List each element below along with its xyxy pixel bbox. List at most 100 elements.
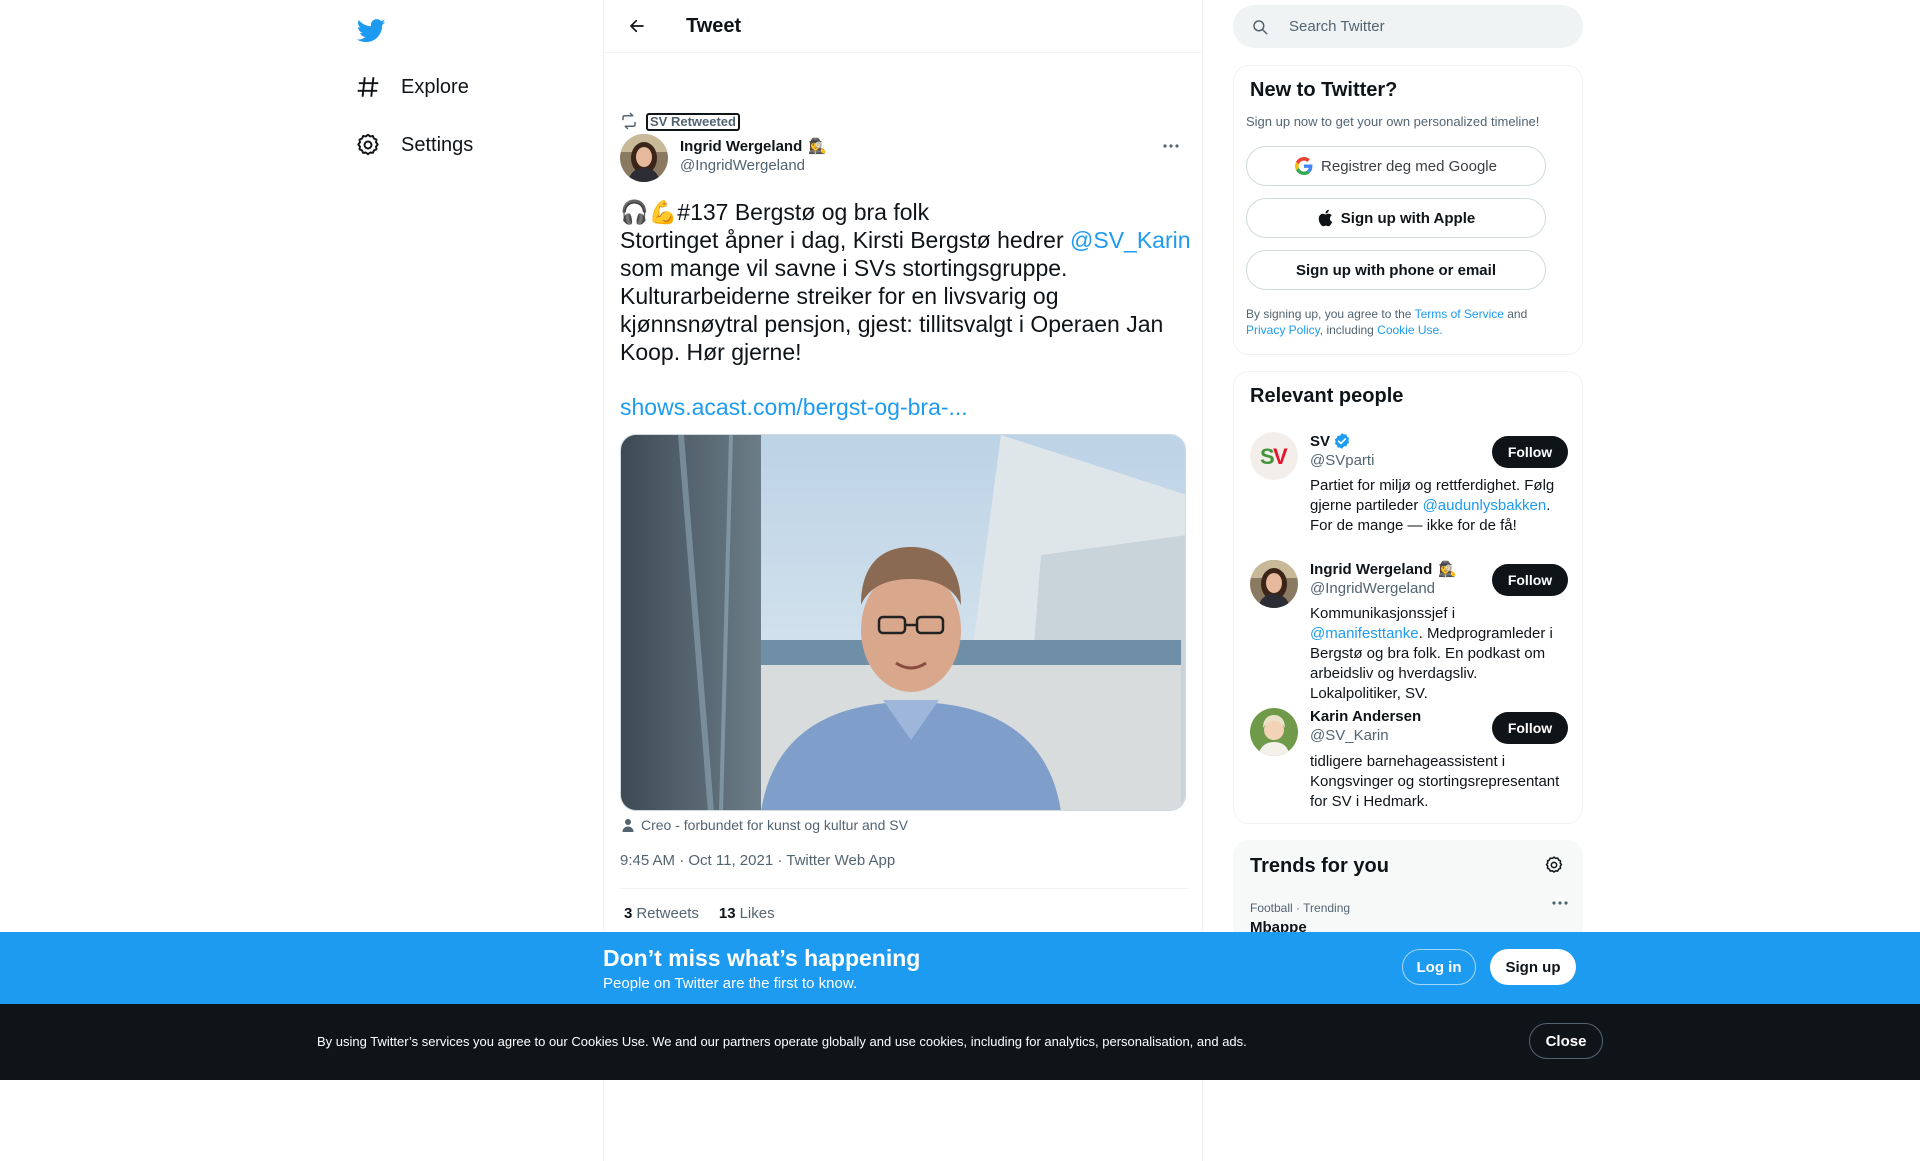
- hashtag-icon: [355, 74, 381, 100]
- google-icon: [1295, 157, 1313, 175]
- svg-text:V: V: [1273, 444, 1288, 469]
- gear-icon: [1545, 856, 1563, 873]
- tweet-text-line: Stortinget åpner i dag, Kirsti Bergstø h…: [620, 226, 1191, 254]
- cookie-banner: By using Twitter’s services you agree to…: [0, 1004, 1920, 1080]
- retweeted-by-link[interactable]: SV Retweeted: [646, 113, 740, 131]
- likes-stat[interactable]: 13 Likes: [719, 905, 775, 922]
- trend-more-button[interactable]: [1552, 901, 1568, 905]
- log-in-button[interactable]: Log in: [1402, 949, 1476, 985]
- google-signup-button[interactable]: Registrer deg med Google: [1246, 146, 1546, 186]
- card-title: Trends for you: [1250, 855, 1389, 877]
- person-name[interactable]: Karin Andersen: [1310, 708, 1421, 725]
- avatar[interactable]: SV: [1250, 432, 1298, 480]
- terms-of-service-link[interactable]: Terms of Service: [1415, 307, 1504, 321]
- media-tags: Creo - forbundet for kunst og kultur and…: [620, 817, 908, 833]
- tweet-text-line: 🎧💪#137 Bergstø og bra folk: [620, 199, 930, 225]
- twitter-logo-icon[interactable]: [352, 12, 390, 50]
- cookie-banner-text: By using Twitter’s services you agree to…: [317, 1034, 1247, 1049]
- apple-icon: [1317, 209, 1333, 227]
- retweets-count: 3: [624, 905, 633, 922]
- tweet-text: 🎧💪#137 Bergstø og bra folk Stortinget åp…: [620, 198, 1191, 366]
- apple-signup-button[interactable]: Sign up with Apple: [1246, 198, 1546, 238]
- more-icon: [1163, 144, 1179, 148]
- person-name-text: Ingrid Wergeland: [1310, 560, 1433, 578]
- mention-link[interactable]: @audunlysbakken: [1423, 497, 1547, 514]
- avatar[interactable]: [1250, 708, 1298, 756]
- card-title: Relevant people: [1250, 385, 1404, 407]
- trend-item[interactable]: Football · Trending Mbappe: [1250, 901, 1568, 936]
- tweet-time[interactable]: 9:45 AM: [620, 852, 675, 869]
- likes-count: 13: [718, 905, 736, 922]
- likes-label: Likes: [739, 905, 775, 922]
- trends-settings-button[interactable]: [1544, 855, 1566, 877]
- gear-icon: [355, 132, 381, 158]
- more-icon: [1552, 901, 1568, 905]
- tweet-text-line: Koop. Hør gjerne!: [620, 339, 802, 365]
- person-name[interactable]: Ingrid Wergeland 🕵️‍♀️: [1310, 560, 1457, 579]
- terms-text: By signing up, you agree to the: [1246, 307, 1415, 321]
- privacy-policy-link[interactable]: Privacy Policy: [1246, 323, 1320, 337]
- tweet-text-fragment: Stortinget åpner i dag, Kirsti Bergstø h…: [620, 227, 1070, 253]
- author-handle[interactable]: @IngridWergeland: [680, 157, 827, 174]
- phone-email-signup-button[interactable]: Sign up with phone or email: [1246, 250, 1546, 290]
- back-button[interactable]: [620, 9, 654, 43]
- person-icon: [620, 817, 636, 833]
- tweet-meta: 9:45 AM · Oct 11, 2021 · Twitter Web App: [620, 852, 895, 869]
- retweet-context: SV Retweeted: [620, 112, 740, 132]
- tweet-stats: 3 Retweets 13 Likes: [624, 905, 795, 922]
- tweet-text-line: Kulturarbeiderne streiker for en livsvar…: [620, 283, 1059, 309]
- avatar[interactable]: [620, 134, 668, 182]
- relevant-people-card: Relevant people SV SV @SVparti Follow Pa…: [1233, 371, 1583, 824]
- login-prompt-bar: Don’t miss what’s happening People on Tw…: [0, 932, 1920, 1004]
- person-bio: Partiet for miljø og rettferdighet. Følg…: [1310, 476, 1568, 536]
- author-emoji: 🕵️‍♀️: [808, 138, 827, 155]
- card-title: New to Twitter?: [1250, 79, 1398, 101]
- signup-terms: By signing up, you agree to the Terms of…: [1246, 306, 1566, 338]
- person-handle[interactable]: @IngridWergeland: [1310, 580, 1457, 597]
- close-cookie-banner-button[interactable]: Close: [1529, 1023, 1603, 1059]
- verified-badge-icon: [1333, 432, 1351, 450]
- person-bio: Kommunikasjonssjef i @manifesttanke. Med…: [1310, 604, 1568, 704]
- divider: [620, 888, 1188, 889]
- bio-text: Kommunikasjonssjef i: [1310, 605, 1456, 622]
- sign-up-button[interactable]: Sign up: [1490, 949, 1576, 985]
- login-prompt-title: Don’t miss what’s happening: [603, 945, 921, 971]
- tweet-author: Ingrid Wergeland 🕵️‍♀️ @IngridWergeland: [620, 134, 1188, 182]
- person-handle[interactable]: @SV_Karin: [1310, 727, 1421, 744]
- more-options-button[interactable]: [1154, 134, 1188, 158]
- mention-link[interactable]: @SV_Karin: [1070, 227, 1191, 253]
- card-subtitle: Sign up now to get your own personalized…: [1246, 114, 1540, 129]
- google-signup-label: Registrer deg med Google: [1321, 157, 1497, 175]
- search-input[interactable]: [1289, 18, 1549, 35]
- person-bio: tidligere barnehageassistent i Kongsving…: [1310, 753, 1560, 810]
- avatar[interactable]: [1250, 560, 1298, 608]
- page-header: Tweet: [604, 0, 1202, 53]
- author-name[interactable]: Ingrid Wergeland 🕵️‍♀️: [680, 137, 827, 156]
- author-name-text: Ingrid Wergeland: [680, 137, 803, 155]
- person-name[interactable]: SV: [1310, 432, 1374, 450]
- retweets-stat[interactable]: 3 Retweets: [624, 905, 699, 922]
- nav-item-settings[interactable]: Settings: [345, 120, 483, 170]
- follow-button[interactable]: Follow: [1492, 436, 1568, 468]
- retweet-icon: [620, 112, 640, 132]
- search-icon: [1251, 18, 1269, 36]
- follow-button[interactable]: Follow: [1492, 712, 1568, 744]
- tweet-photo[interactable]: [620, 434, 1186, 811]
- tweet-date[interactable]: Oct 11, 2021: [688, 852, 773, 869]
- mention-link[interactable]: @manifesttanke: [1310, 625, 1419, 642]
- tweet-source[interactable]: Twitter Web App: [786, 852, 895, 869]
- person-name-text: SV: [1310, 432, 1331, 450]
- media-tags-link[interactable]: Creo - forbundet for kunst og kultur and…: [641, 817, 908, 833]
- search-bar: [1233, 5, 1583, 48]
- terms-text: and: [1503, 307, 1528, 321]
- follow-button[interactable]: Follow: [1492, 564, 1568, 596]
- tweet-link[interactable]: shows.acast.com/bergst-og-bra-...: [620, 394, 968, 421]
- new-to-twitter-card: New to Twitter? Sign up now to get your …: [1233, 65, 1583, 355]
- trend-context: Football · Trending: [1250, 901, 1351, 915]
- person-handle[interactable]: @SVparti: [1310, 452, 1374, 469]
- separator: ·: [679, 852, 689, 869]
- cookie-use-link[interactable]: Cookie Use.: [1377, 323, 1442, 337]
- retweets-label: Retweets: [636, 905, 699, 922]
- nav-item-explore[interactable]: Explore: [345, 62, 479, 112]
- person-emoji: 🕵️‍♀️: [1438, 561, 1457, 578]
